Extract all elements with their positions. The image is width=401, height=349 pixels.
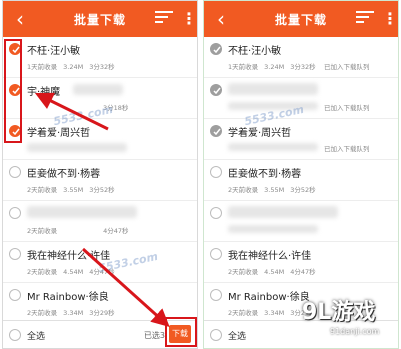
check-icon[interactable] bbox=[210, 207, 222, 219]
page-title: 批量下载 bbox=[274, 12, 327, 27]
right-screen: ‹ 批量下载 ⋮ 不枉·汪小敏 1天前收录 3.24M 3分32秒 已加入下载队列 … bbox=[203, 0, 399, 349]
queue-status: 已加入下载队列 bbox=[324, 104, 370, 112]
blurred-text bbox=[228, 83, 318, 95]
blurred-text bbox=[228, 206, 338, 218]
blurred-text bbox=[228, 143, 318, 151]
list-item[interactable]: 不枉·汪小敏 1天前收录 3.24M 3分32秒 已加入下载队列 bbox=[204, 37, 398, 78]
song-title: 我在神经什么·许佳 bbox=[228, 251, 312, 262]
logo-text: 9L游戏 bbox=[302, 300, 376, 325]
song-meta: 2天前收录 4.54M 4分47秒 bbox=[228, 268, 316, 276]
list-item[interactable] bbox=[204, 201, 398, 242]
list-item[interactable]: 臣妾做不到·杨蓉 2天前收录 3.55M 3分52秒 bbox=[204, 160, 398, 201]
song-title: 不枉·汪小敏 bbox=[228, 46, 282, 57]
blurred-text bbox=[228, 225, 318, 233]
more-vertical-icon[interactable]: ⋮ bbox=[382, 9, 398, 29]
song-title: Mr Rainbow·徐良 bbox=[228, 292, 310, 303]
song-title: 臣妾做不到·杨蓉 bbox=[228, 169, 302, 180]
left-screen: ‹ 批量下载 ⋮ 不枉·汪小敏 1天前收录 3.24M 3分32秒 宇·神魔 3分1… bbox=[2, 0, 198, 349]
queue-status: 已加入下载队列 bbox=[324, 145, 370, 153]
check-icon[interactable] bbox=[210, 248, 222, 260]
logo-url: 91danji.com bbox=[330, 327, 380, 336]
song-meta: 1天前收录 3.24M 3分32秒 bbox=[228, 63, 316, 71]
queue-status: 已加入下载队列 bbox=[324, 63, 370, 71]
list-item[interactable]: 我在神经什么·许佳 2天前收录 4.54M 4分47秒 bbox=[204, 242, 398, 283]
select-all-label[interactable]: 全选 bbox=[228, 329, 246, 342]
check-icon bbox=[210, 125, 222, 137]
select-all-check-icon[interactable] bbox=[210, 329, 222, 341]
header-bar: ‹ 批量下载 ⋮ bbox=[204, 1, 398, 37]
site-logo: 9L游戏 91danji.com bbox=[302, 294, 392, 342]
song-meta: 2天前收录 3.55M 3分52秒 bbox=[228, 186, 316, 194]
check-icon[interactable] bbox=[210, 289, 222, 301]
annotation-arrows bbox=[34, 92, 170, 328]
check-icon bbox=[210, 84, 222, 96]
song-list: 不枉·汪小敏 1天前收录 3.24M 3分32秒 已加入下载队列 已加入下载队列 学… bbox=[204, 37, 398, 324]
check-icon bbox=[210, 43, 222, 55]
list-sort-icon[interactable] bbox=[356, 11, 374, 27]
chevron-left-icon[interactable]: ‹ bbox=[210, 8, 232, 30]
list-item[interactable]: 学着爱·周兴哲 已加入下载队列 bbox=[204, 119, 398, 160]
check-icon[interactable] bbox=[210, 166, 222, 178]
song-title: 学着爱·周兴哲 bbox=[228, 128, 292, 139]
